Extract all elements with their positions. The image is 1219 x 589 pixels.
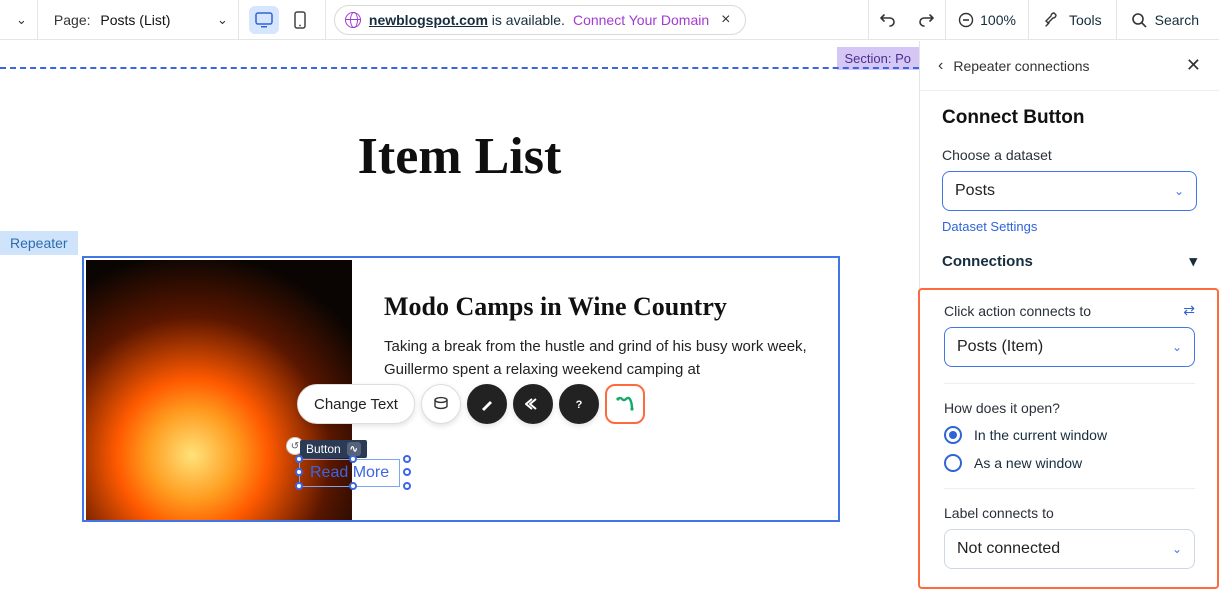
caret-down-icon: ▾ [1189,252,1197,270]
chevron-down-icon: ⌄ [1172,340,1182,354]
chevron-down-icon: ⌄ [16,12,27,28]
page-value: Posts (List) [100,12,170,28]
domain-name[interactable]: newblogspot.com [369,12,488,28]
click-action-select[interactable]: Posts (Item) ⌄ [944,327,1195,367]
panel-breadcrumb: Repeater connections [953,58,1089,74]
how-open-label: How does it open? [944,400,1195,416]
zoom-control[interactable]: 100% [946,12,1028,28]
label-connects-select[interactable]: Not connected ⌄ [944,529,1195,569]
zoom-out-icon [958,12,974,28]
chevron-left-icon: ‹ [938,57,943,75]
mobile-view-button[interactable] [285,6,315,34]
connections-highlight: Click action connects to ⇄ Posts (Item) … [918,288,1219,589]
tools-label: Tools [1069,12,1102,28]
swap-icon[interactable]: ⇄ [1183,302,1195,319]
zoom-value: 100% [980,12,1016,28]
menu-dropdown[interactable]: ⌄ [6,0,37,40]
radio-icon [944,454,962,472]
page-selector[interactable]: Page: Posts (List) ⌄ [38,0,238,40]
connected-icon: ∿ [347,442,361,456]
connections-label: Connections [942,253,1033,270]
dataset-settings-link[interactable]: Dataset Settings [942,219,1037,234]
undo-button[interactable] [869,0,907,40]
click-action-label: Click action connects to [944,303,1091,319]
tools-icon [1043,11,1061,29]
connections-toggle[interactable]: Connections ▾ [942,234,1197,282]
panel-title: Connect Button [942,107,1197,129]
svg-text:?: ? [576,399,583,411]
dataset-value: Posts [955,182,995,200]
help-icon[interactable]: ? [559,384,599,424]
top-bar: ⌄ Page: Posts (List) ⌄ newblogspot.com i… [0,0,1219,40]
radio-new-label: As a new window [974,455,1082,471]
data-icon[interactable] [421,384,461,424]
animation-icon[interactable] [513,384,553,424]
editor-canvas: Section: Po Item List Repeater Modo Camp… [0,41,919,583]
button-element-tag[interactable]: Button ∿ [300,440,367,458]
item-body[interactable]: Taking a break from the hustle and grind… [384,336,820,381]
chevron-down-icon: ⌄ [1174,184,1184,198]
search-label: Search [1155,12,1199,28]
close-icon[interactable]: ✕ [1186,55,1201,76]
connect-panel: ‹ Repeater connections ✕ Connect Button … [919,41,1219,583]
label-connects-value: Not connected [957,540,1060,558]
choose-dataset-label: Choose a dataset [942,147,1197,163]
close-icon[interactable]: × [717,11,734,29]
redo-button[interactable] [907,0,945,40]
domain-pill: newblogspot.com is available. Connect Yo… [334,5,746,35]
label-connects-label: Label connects to [944,505,1195,521]
panel-back-button[interactable]: ‹ Repeater connections [938,57,1090,75]
search-icon [1131,12,1147,28]
design-icon[interactable] [467,384,507,424]
radio-new-window[interactable]: As a new window [944,454,1195,472]
click-action-value: Posts (Item) [957,338,1043,356]
radio-current-label: In the current window [974,427,1107,443]
element-action-bar: Change Text ? [297,384,645,424]
dataset-select[interactable]: Posts ⌄ [942,171,1197,211]
connect-data-icon[interactable] [605,384,645,424]
domain-available-text: is available. [488,12,565,28]
item-title[interactable]: Modo Camps in Wine Country [384,292,820,322]
section-divider [0,67,919,69]
radio-current-window[interactable]: In the current window [944,426,1195,444]
page-heading[interactable]: Item List [0,127,919,186]
chevron-down-icon: ⌄ [1172,542,1182,556]
desktop-view-button[interactable] [249,6,279,34]
repeater-tag[interactable]: Repeater [0,231,78,255]
radio-icon [944,426,962,444]
connect-domain-link[interactable]: Connect Your Domain [573,12,709,28]
button-tag-label: Button [306,442,341,456]
change-text-button[interactable]: Change Text [297,384,415,424]
page-label: Page: [54,12,91,28]
search-button[interactable]: Search [1117,12,1213,28]
tools-button[interactable]: Tools [1029,11,1116,29]
globe-icon [345,12,361,28]
chevron-down-icon: ⌄ [217,12,228,28]
